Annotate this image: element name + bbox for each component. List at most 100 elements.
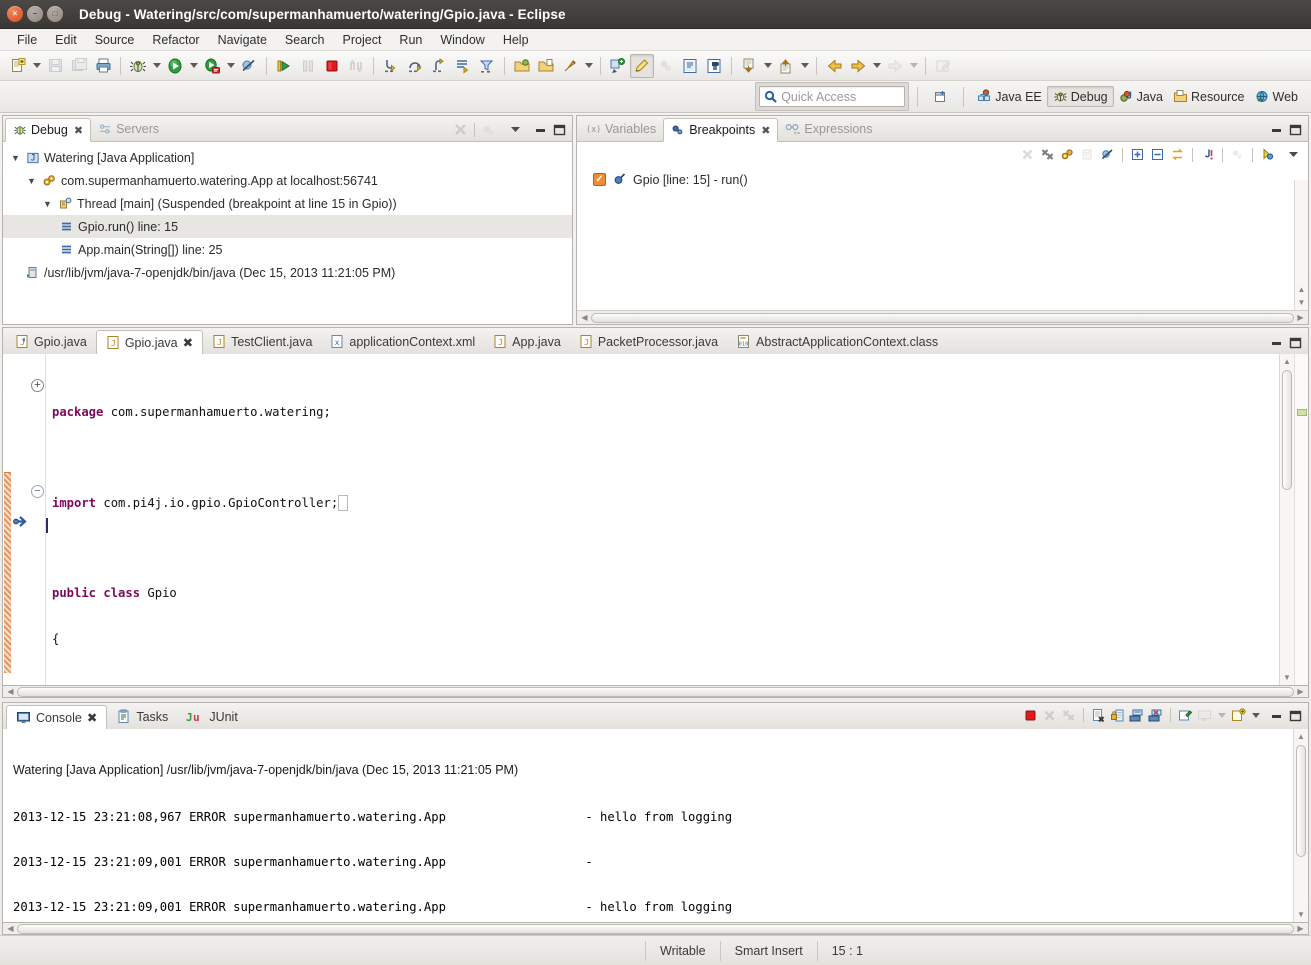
working-sets-icon[interactable] (1259, 146, 1276, 163)
step-into-icon[interactable] (379, 54, 403, 78)
maximize-icon[interactable] (1287, 334, 1304, 351)
twisty-icon[interactable]: ▼ (41, 199, 54, 209)
show-whitespace-icon[interactable] (702, 54, 726, 78)
tree-row-debug-target[interactable]: ▼ com.supermanhamuerto.watering.App at l… (3, 169, 572, 192)
terminate-icon[interactable] (1022, 707, 1039, 724)
terminate-icon[interactable] (320, 54, 344, 78)
perspective-web[interactable]: Web (1250, 87, 1303, 106)
tree-row-stackframe[interactable]: App.main(String[]) line: 25 (3, 238, 572, 261)
scroll-lock-icon[interactable] (1109, 707, 1126, 724)
expand-all-icon[interactable] (1129, 146, 1146, 163)
step-over-icon[interactable] (403, 54, 427, 78)
menu-project[interactable]: Project (334, 31, 391, 49)
search-icon[interactable] (558, 54, 582, 78)
collapse-all-icon[interactable] (1149, 146, 1166, 163)
scrollbar-thumb[interactable] (591, 313, 1294, 323)
console-vertical-scrollbar[interactable]: ▲ ▼ (1293, 729, 1308, 922)
breakpoint-list-item[interactable]: ✓ Gpio [line: 15] - run() (577, 166, 1308, 187)
tab-console[interactable]: Console ✖ (6, 705, 107, 730)
menu-navigate[interactable]: Navigate (209, 31, 276, 49)
menu-search[interactable]: Search (276, 31, 334, 49)
tab-junit[interactable]: Ju JUnit (177, 704, 246, 729)
menu-run[interactable]: Run (390, 31, 431, 49)
vertical-scrollbar[interactable]: ▲ ▼ (1294, 180, 1308, 310)
tree-row-stackframe-selected[interactable]: Gpio.run() line: 15 (3, 215, 572, 238)
scroll-right-icon[interactable]: ▶ (1294, 923, 1307, 934)
minimize-icon[interactable] (1268, 121, 1285, 138)
next-annotation-icon[interactable] (737, 54, 761, 78)
remove-all-breakpoints-icon[interactable] (1039, 146, 1056, 163)
tab-breakpoints[interactable]: Breakpoints ✖ (663, 118, 778, 142)
breakpoints-vscroll[interactable]: ▲ ▼ (1294, 180, 1308, 310)
perspective-debug[interactable]: Debug (1047, 86, 1114, 107)
link-icon[interactable] (1169, 146, 1186, 163)
console-output[interactable]: Watering [Java Application] /usr/lib/jvm… (3, 729, 1293, 922)
minimize-icon[interactable] (1268, 334, 1285, 351)
search-dropdown[interactable] (582, 55, 595, 77)
maximize-icon[interactable] (1287, 707, 1304, 724)
open-resource-icon[interactable] (534, 54, 558, 78)
tab-tasks[interactable]: Tasks (107, 704, 177, 729)
perspective-java[interactable]: Java (1114, 87, 1168, 106)
collapse-method-icon[interactable]: − (31, 485, 44, 498)
quick-access-field[interactable]: Quick Access (759, 86, 905, 107)
menu-source[interactable]: Source (86, 31, 144, 49)
code-editor[interactable]: package com.supermanhamuerto.watering; i… (46, 354, 1279, 685)
scroll-up-icon[interactable]: ▲ (1298, 283, 1306, 296)
tree-row-launch[interactable]: ▼ J Watering [Java Application] (3, 146, 572, 169)
toggle-mark-occurrences-icon[interactable] (630, 54, 654, 78)
tab-variables[interactable]: (x)= Variables (579, 117, 663, 141)
minimize-icon[interactable] (532, 121, 549, 138)
resume-icon[interactable] (272, 54, 296, 78)
open-console-icon[interactable] (1230, 707, 1247, 724)
external-tools-dropdown[interactable] (224, 55, 237, 77)
show-console-on-output-icon[interactable] (1128, 707, 1145, 724)
scroll-left-icon[interactable]: ◀ (4, 686, 17, 697)
twisty-icon[interactable]: ▼ (9, 153, 22, 163)
debug-dropdown[interactable] (150, 55, 163, 77)
debug-icon[interactable] (126, 54, 150, 78)
folding-ruler[interactable]: − + (30, 354, 46, 685)
print-icon[interactable] (91, 54, 115, 78)
pin-console-icon[interactable] (1177, 707, 1194, 724)
link-with-debug-view-icon[interactable] (1059, 146, 1076, 163)
add-java-exception-breakpoint-icon[interactable] (1199, 146, 1216, 163)
open-perspective-icon[interactable] (932, 88, 949, 105)
clear-console-icon[interactable] (1090, 707, 1107, 724)
run-dropdown[interactable] (187, 55, 200, 77)
minimize-icon[interactable] (1268, 707, 1285, 724)
editor-tab-gpio-2[interactable]: J Gpio.java ✖ (96, 330, 203, 355)
view-menu-icon[interactable] (507, 121, 524, 138)
overview-ruler[interactable] (1294, 354, 1308, 685)
maximize-icon[interactable] (1287, 121, 1304, 138)
menu-file[interactable]: File (8, 31, 46, 49)
expand-imports-icon[interactable]: + (31, 379, 44, 392)
step-with-filters-icon[interactable] (475, 54, 499, 78)
tree-row-jvm[interactable]: /usr/lib/jvm/java-7-openjdk/bin/java (De… (3, 261, 572, 284)
new-wizard-dropdown[interactable] (30, 55, 43, 77)
scroll-left-icon[interactable]: ◀ (4, 923, 17, 934)
next-annotation-dropdown[interactable] (761, 55, 774, 77)
previous-annotation-dropdown[interactable] (798, 55, 811, 77)
external-tools-icon[interactable] (200, 54, 224, 78)
show-console-on-error-icon[interactable] (1147, 707, 1164, 724)
step-return-icon[interactable] (427, 54, 451, 78)
scroll-right-icon[interactable]: ▶ (1294, 686, 1307, 697)
maximize-window-button[interactable]: □ (47, 6, 63, 22)
scrollbar-thumb[interactable] (1282, 370, 1292, 490)
scroll-up-icon[interactable]: ▲ (1297, 730, 1305, 743)
close-icon[interactable]: ✖ (74, 124, 83, 137)
perspective-java-ee[interactable]: Java EE (972, 87, 1047, 106)
forward-dropdown[interactable] (870, 55, 883, 77)
scroll-down-icon[interactable]: ▼ (1283, 671, 1291, 684)
tab-debug[interactable]: Debug ✖ (5, 118, 91, 142)
editor-tab-application-context[interactable]: x applicationContext.xml (321, 329, 484, 354)
run-icon[interactable] (163, 54, 187, 78)
horizontal-scrollbar[interactable]: ◀ ▶ (577, 310, 1308, 324)
editor-horizontal-scrollbar[interactable]: ◀ ▶ (2, 686, 1309, 698)
scroll-left-icon[interactable]: ◀ (578, 312, 591, 323)
skip-all-breakpoints-icon[interactable] (1099, 146, 1116, 163)
menu-help[interactable]: Help (494, 31, 538, 49)
open-package-icon[interactable] (510, 54, 534, 78)
editor-gutter[interactable] (12, 354, 30, 685)
